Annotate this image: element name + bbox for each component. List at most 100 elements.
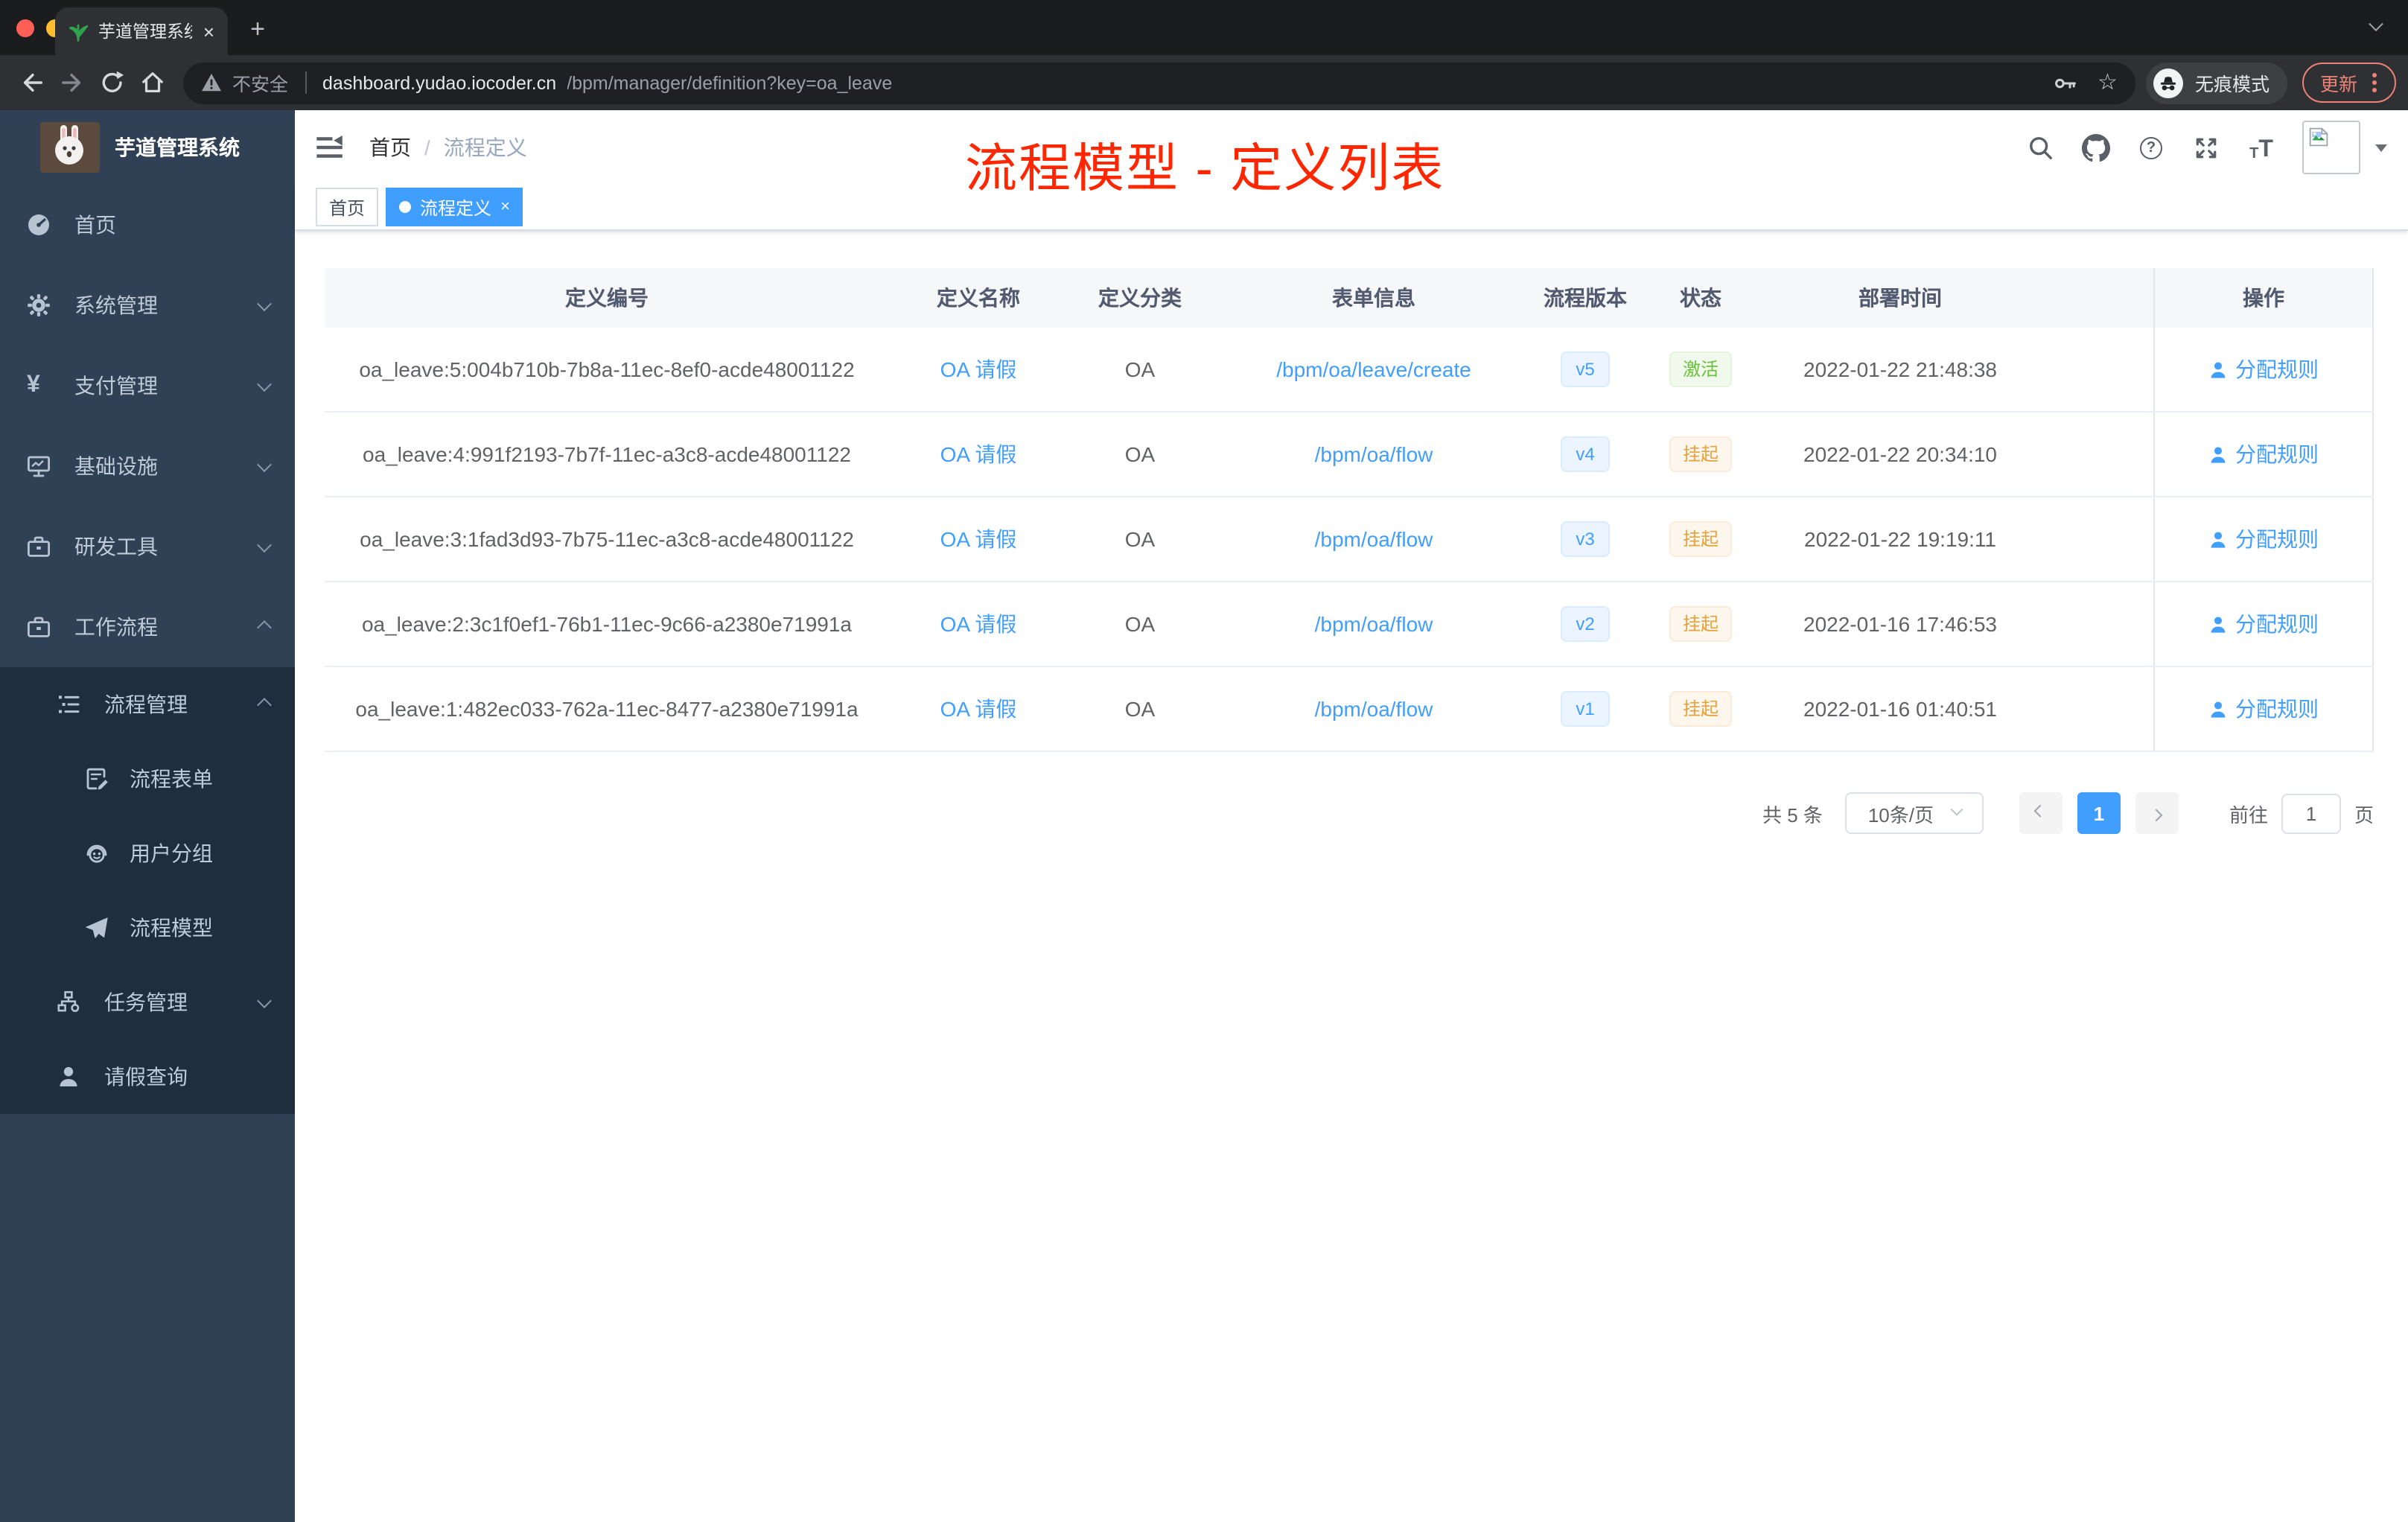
page-size-select[interactable]: 10条/页 <box>1844 792 1984 834</box>
sidebar-item-task-mgmt[interactable]: 任务管理 <box>0 965 295 1039</box>
docs-question-icon[interactable] <box>2137 133 2165 162</box>
definition-name-link[interactable]: OA 请假 <box>940 697 1017 721</box>
sidebar-item-process-model[interactable]: 流程模型 <box>0 891 295 965</box>
github-icon[interactable] <box>2082 133 2110 162</box>
form-link[interactable]: /bpm/oa/leave/create <box>1276 357 1471 381</box>
prev-page-button[interactable] <box>2019 792 2063 834</box>
column-header: 定义编号 <box>565 286 649 310</box>
sidebar-item-label: 基础设施 <box>74 454 158 478</box>
chevron-down-icon <box>1949 803 1963 816</box>
version-badge: v4 <box>1561 436 1610 473</box>
version-badge: v3 <box>1561 520 1610 558</box>
sidebar-item-label: 支付管理 <box>74 374 158 398</box>
current-page-button[interactable]: 1 <box>2077 792 2121 834</box>
font-size-icon[interactable] <box>2247 133 2275 162</box>
tab-close-icon[interactable] <box>203 22 214 41</box>
tag-close-icon[interactable] <box>500 199 510 215</box>
browser-tab[interactable]: 芋道管理系统 <box>55 7 228 55</box>
status-badge: 激活 <box>1669 351 1732 388</box>
logo-rabbit-image <box>40 122 100 173</box>
definition-category: OA <box>1124 442 1156 466</box>
sidebar-collapse-icon[interactable] <box>313 131 345 164</box>
url-bar[interactable]: 不安全 dashboard.yudao.iocoder.cn /bpm/mana… <box>183 62 2135 104</box>
tab-search-chevron-icon[interactable] <box>2369 16 2383 32</box>
sidebar-item-pay[interactable]: ¥ 支付管理 <box>0 346 295 426</box>
sidebar-logo[interactable]: 芋道管理系统 <box>0 110 295 185</box>
back-button[interactable] <box>12 63 52 103</box>
assign-rule-button[interactable]: 分配规则 <box>2208 609 2319 639</box>
form-link[interactable]: /bpm/oa/flow <box>1315 612 1433 636</box>
url-divider <box>305 71 307 94</box>
table-row: oa_leave:5:004b710b-7b8a-11ec-8ef0-acde4… <box>325 328 2374 413</box>
assign-rule-label: 分配规则 <box>2235 442 2319 466</box>
toolbox-icon <box>27 615 51 639</box>
sidebar-item-system[interactable]: 系统管理 <box>0 265 295 346</box>
form-edit-icon <box>85 767 109 791</box>
security-warning-icon[interactable] <box>201 73 222 92</box>
table-row: oa_leave:2:3c1f0ef1-76b1-11ec-9c66-a2380… <box>325 582 2374 667</box>
tag-process-definition[interactable]: 流程定义 <box>386 188 523 226</box>
bookmark-star-icon[interactable] <box>2098 71 2118 94</box>
form-link[interactable]: /bpm/oa/flow <box>1315 697 1433 721</box>
chevron-down-icon <box>257 376 272 392</box>
assign-rule-button[interactable]: 分配规则 <box>2208 694 2319 724</box>
app-title: 芋道管理系统 <box>115 136 240 159</box>
definition-name-link[interactable]: OA 请假 <box>940 612 1017 636</box>
user-avatar-menu[interactable] <box>2302 121 2387 174</box>
assign-rule-label: 分配规则 <box>2235 697 2319 721</box>
definition-name-link[interactable]: OA 请假 <box>940 527 1017 551</box>
url-host: dashboard.yudao.iocoder.cn <box>322 72 557 93</box>
active-dot-icon <box>399 201 412 213</box>
table-row: oa_leave:4:991f2193-7b7f-11ec-a3c8-acde4… <box>325 413 2374 497</box>
seedling-favicon-icon <box>69 22 88 41</box>
form-link[interactable]: /bpm/oa/flow <box>1315 442 1433 466</box>
home-button[interactable] <box>133 63 173 103</box>
forward-button[interactable] <box>52 63 92 103</box>
page-jump-input[interactable] <box>2281 793 2341 833</box>
definition-category: OA <box>1124 697 1156 721</box>
screen: 芋道管理系统 不安全 dashboard.yudao.iocoder.cn /b… <box>0 0 2408 1522</box>
new-tab-button[interactable] <box>238 10 277 49</box>
sidebar-item-process-form[interactable]: 流程表单 <box>0 742 295 816</box>
main-area: 流程模型 - 定义列表 首页 / 流程定义 ? T T 首页 流程定义 × 定义… <box>295 110 2408 1522</box>
status-badge: 挂起 <box>1669 436 1732 473</box>
sidebar-item-home[interactable]: 首页 <box>0 185 295 265</box>
definition-name-link[interactable]: OA 请假 <box>940 357 1017 381</box>
assign-rule-button[interactable]: 分配规则 <box>2208 354 2319 384</box>
fullscreen-icon[interactable] <box>2192 133 2220 162</box>
breadcrumb-current: 流程定义 <box>443 136 527 159</box>
form-link[interactable]: /bpm/oa/flow <box>1315 527 1433 551</box>
security-label[interactable]: 不安全 <box>232 69 288 97</box>
browser-update-button[interactable]: 更新 <box>2302 63 2396 103</box>
passwords-key-icon[interactable] <box>2053 71 2077 95</box>
sidebar-item-label: 任务管理 <box>104 990 188 1014</box>
sidebar-item-leave-query[interactable]: 请假查询 <box>0 1039 295 1114</box>
reload-button[interactable] <box>92 63 133 103</box>
deploy-time: 2022-01-22 19:19:11 <box>1804 527 1996 551</box>
browser-menu-dots-icon[interactable] <box>2372 80 2377 85</box>
window-close-button[interactable] <box>16 19 34 36</box>
sidebar-item-devtools[interactable]: 研发工具 <box>0 506 295 587</box>
breadcrumb-home[interactable]: 首页 <box>369 133 411 162</box>
page-size-value: 10条/页 <box>1867 803 1934 826</box>
column-header: 状态 <box>1680 286 1721 310</box>
column-header: 操作 <box>2153 268 2374 328</box>
definition-table: 定义编号 定义名称 定义分类 表单信息 流程版本 状态 部署时间 操作 oa_l… <box>325 268 2374 752</box>
sidebar-item-infra[interactable]: 基础设施 <box>0 426 295 506</box>
sidebar-item-process-mgmt[interactable]: 流程管理 <box>0 667 295 742</box>
next-page-button[interactable] <box>2135 792 2179 834</box>
tag-home[interactable]: 首页 <box>316 188 379 226</box>
chevron-up-icon <box>257 620 272 634</box>
table-row: oa_leave:3:1fad3d93-7b75-11ec-a3c8-acde4… <box>325 497 2374 582</box>
assign-rule-button[interactable]: 分配规则 <box>2208 439 2319 469</box>
url-path: /bpm/manager/definition?key=oa_leave <box>567 72 893 93</box>
deploy-time: 2022-01-16 17:46:53 <box>1803 612 1997 636</box>
sidebar-item-workflow[interactable]: 工作流程 <box>0 587 295 667</box>
sidebar: 芋道管理系统 首页 系统管理 ¥ 支付管理 基础设施 研发工具 工作流程 流程管… <box>0 110 295 1522</box>
definition-name-link[interactable]: OA 请假 <box>940 442 1017 466</box>
sidebar-item-user-group[interactable]: 用户分组 <box>0 816 295 891</box>
sidebar-item-label: 流程管理 <box>104 692 188 716</box>
search-icon[interactable] <box>2027 133 2055 162</box>
assign-rule-button[interactable]: 分配规则 <box>2208 524 2319 554</box>
version-badge: v1 <box>1561 690 1610 727</box>
